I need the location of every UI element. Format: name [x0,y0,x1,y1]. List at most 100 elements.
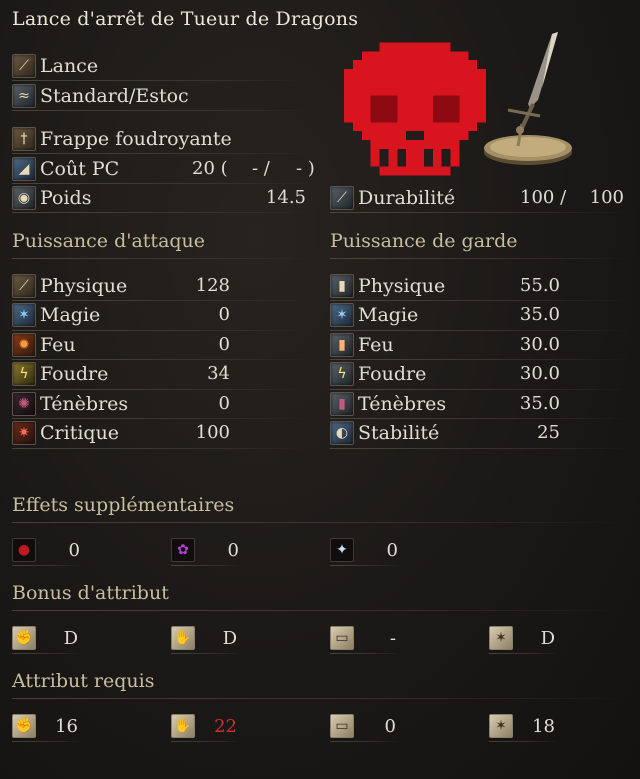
fp-cost-icon: ◢ [12,157,36,181]
dexterity-icon: ✋ [171,714,195,738]
attack-value: 34 [207,363,230,384]
durability-label: Durabilité [358,187,456,209]
divider [12,610,630,611]
divider [12,698,630,699]
attack-row-magic: ✶ Magie [12,302,100,328]
spear-category-icon: ⟋ [12,54,36,78]
dark-guard-icon: ▮ [330,392,354,416]
effects-header: Effets supplémentaires [12,494,235,516]
attack-label: Critique [40,422,120,444]
requirements-header: Attribut requis [12,670,155,692]
strength-icon: ✊ [12,626,36,650]
attack-label: Foudre [40,363,109,385]
magic-guard-icon: ✶ [330,303,354,327]
sword-skill-icon: † [12,127,36,151]
divider [330,448,630,449]
divider [12,183,310,184]
guard-row-magic: ✶ Magie [330,302,418,328]
poison-value: 0 [227,540,239,561]
durability-max: 100 [589,187,624,208]
divider [171,653,241,654]
divider [12,330,310,331]
dexterity-icon: ✋ [171,626,195,650]
fp-cost-value: 20 ( [192,158,228,179]
intelligence-icon: ▭ [330,714,354,738]
divider [489,653,559,654]
fp-cost-mid: - / [252,158,270,179]
divider [330,258,630,259]
weapon-image [484,32,572,165]
durability-row: ⟋ Durabilité [330,185,455,211]
intelligence-icon: ▭ [330,626,354,650]
divider [330,389,630,390]
fire-guard-icon: ▮ [330,333,354,357]
skill-row: † Frappe foudroyante [12,126,232,152]
guard-label: Foudre [358,363,427,385]
skull-icon [344,42,486,176]
divider [330,300,630,301]
bleed-value: 0 [68,540,80,561]
guard-row-fire: ▮ Feu [330,332,394,358]
guard-label: Feu [358,334,394,356]
divider [171,741,241,742]
bleed-icon: ● [12,538,36,562]
guard-row-lightning: ϟ Foudre [330,361,426,387]
faith-icon: ✶ [489,626,513,650]
guard-value: 35.0 [519,304,560,325]
guard-label: Stabilité [358,422,440,444]
attack-row-lightning: ϟ Foudre [12,361,108,387]
weight-row: ◉ Poids [12,185,91,211]
faith-icon: ✶ [489,714,513,738]
divider [12,653,82,654]
required-intelligence: 0 [384,716,396,737]
scaling-dexterity: D [222,628,237,649]
guard-value: 35.0 [519,393,560,414]
divider [171,565,241,566]
guard-power-header: Puissance de garde [330,230,518,252]
frost-value: 0 [386,540,398,561]
divider [330,418,630,419]
weight-label: Poids [40,187,92,209]
durability-current: 100 / [520,187,567,208]
dark-damage-icon: ✺ [12,392,36,416]
divider [12,300,310,301]
physical-damage-icon: ⟋ [12,274,36,298]
divider [330,741,400,742]
divider [12,258,310,259]
divider [330,565,400,566]
divider [12,359,310,360]
guard-row-stability: ◐ Stabilité [330,420,439,446]
divider [12,565,82,566]
thrust-icon: ≈ [12,84,36,108]
frost-icon: ✦ [330,538,354,562]
divider [330,330,630,331]
required-strength: 16 [55,716,78,737]
guard-row-physical: ▮ Physique [330,273,445,299]
weapon-type-label: Lance [40,55,99,77]
scaling-header: Bonus d'attribut [12,582,169,604]
scaling-strength: D [63,628,78,649]
attack-value: 128 [195,275,230,296]
divider [12,448,310,449]
divider [489,741,559,742]
attack-value: 100 [195,422,230,443]
required-faith: 18 [532,716,555,737]
lightning-damage-icon: ϟ [12,362,36,386]
attack-label: Physique [40,275,128,297]
attack-type-label: Standard/Estoc [40,85,189,107]
durability-icon: ⟋ [330,186,354,210]
lightning-guard-icon: ϟ [330,362,354,386]
guard-row-dark: ▮ Ténèbres [330,391,446,417]
weapon-name: Lance d'arrêt de Tueur de Dragons [12,8,359,30]
divider [12,418,310,419]
stability-icon: ◐ [330,421,354,445]
critical-icon: ✷ [12,421,36,445]
divider [330,653,400,654]
attack-value: 0 [218,393,230,414]
fp-cost-label: Coût PC [40,158,120,180]
strength-icon: ✊ [12,714,36,738]
guard-value: 55.0 [519,275,560,296]
attack-value: 0 [218,334,230,355]
divider [12,741,82,742]
fp-cost-end: - ) [296,158,315,179]
